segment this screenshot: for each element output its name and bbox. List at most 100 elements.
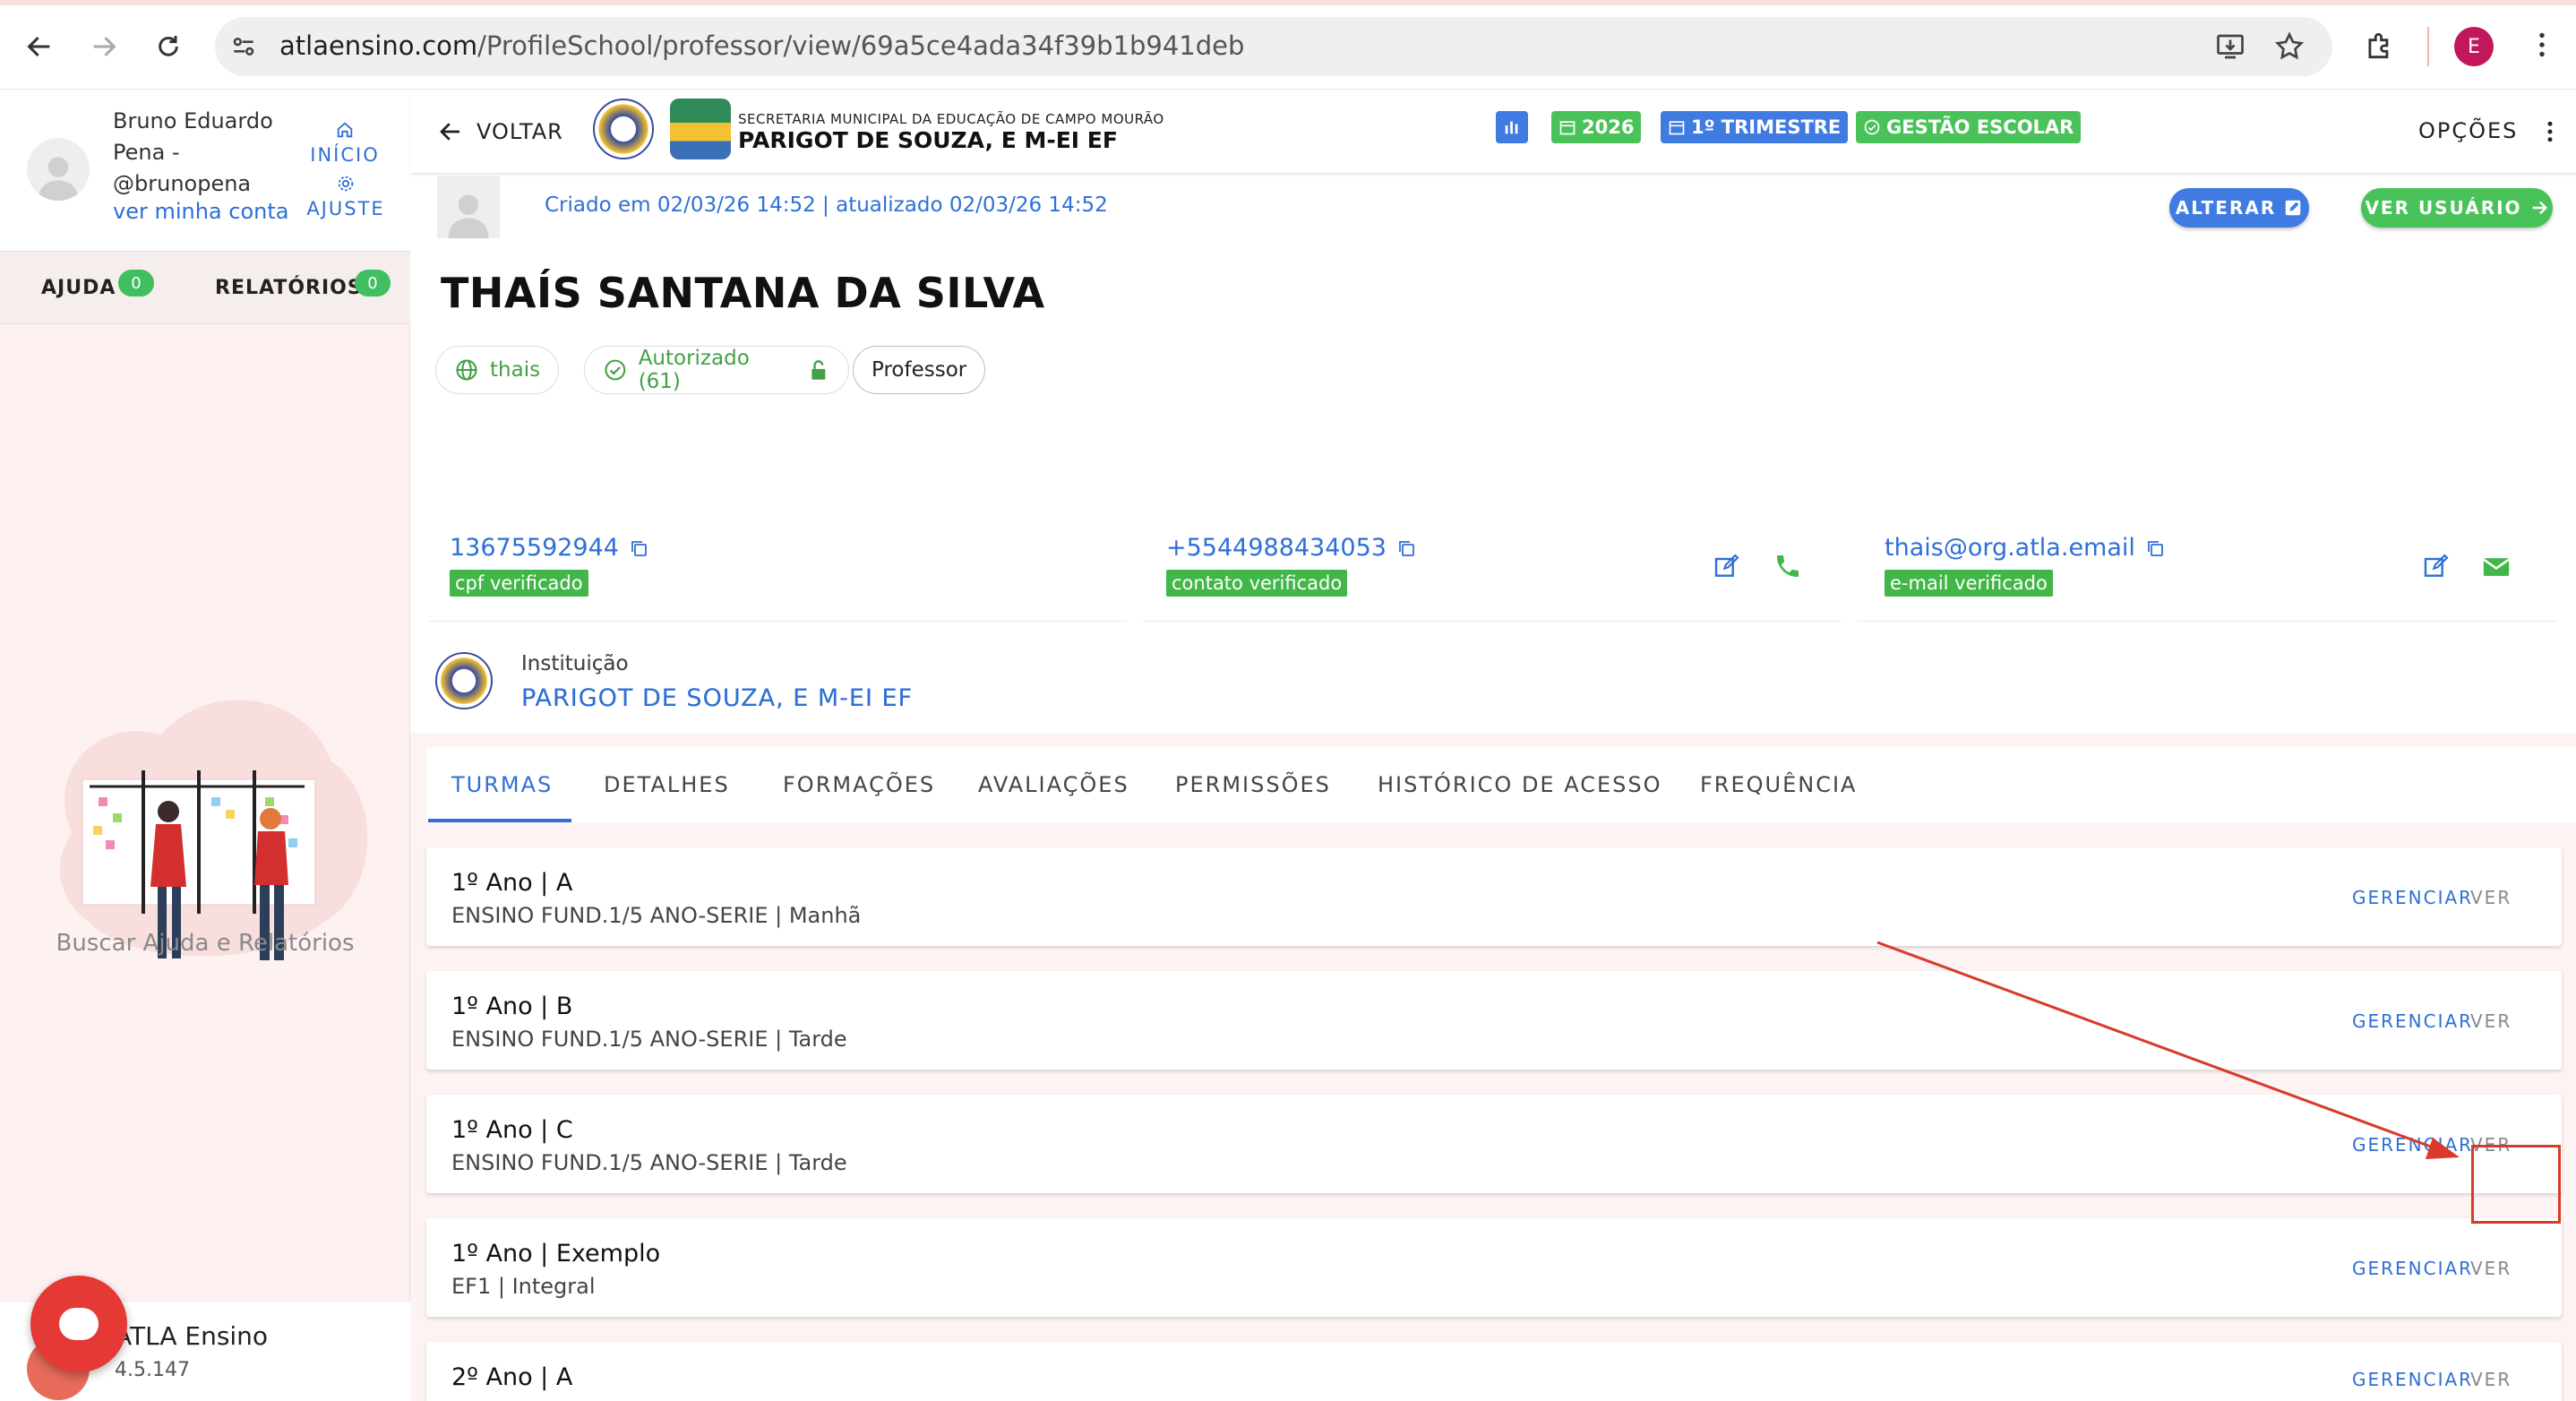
main-content: VOLTAR SECRETARIA MUNICIPAL DA EDUCAÇÃO …	[410, 90, 2576, 1401]
edit-phone-icon[interactable]	[1713, 552, 1741, 580]
more-vertical-icon[interactable]	[2537, 118, 2563, 149]
options-button[interactable]: OPÇÕES	[2418, 118, 2518, 143]
check-circle-icon	[605, 359, 626, 381]
browser-toolbar: atlaensino.com/ProfileSchool/professor/v…	[0, 0, 2576, 90]
chat-button[interactable]	[30, 1276, 127, 1372]
class-subtitle: ENSINO FUND.1/5 ANO-SERIE | Manhã	[451, 903, 862, 928]
bar-chart-icon	[1505, 121, 1518, 134]
institution-label: Instituição	[521, 652, 629, 675]
authorized-tag: Autorizado (61)	[584, 346, 849, 394]
reload-icon[interactable]	[143, 21, 193, 72]
phone-value-row: +5544988434053	[1166, 534, 1417, 562]
profile-initial: E	[2468, 35, 2480, 58]
tab-detalhes[interactable]: DETALHES	[604, 772, 730, 797]
help-search-text: Buscar Ajuda e Relatórios	[56, 930, 355, 957]
back-arrow-icon[interactable]	[14, 21, 64, 72]
url-domain: atlaensino.com	[279, 30, 478, 61]
annotation-highlight-box	[2471, 1145, 2561, 1224]
home-icon	[337, 122, 353, 138]
tab-relatorios[interactable]: RELATÓRIOS	[215, 277, 363, 299]
back-label: VOLTAR	[477, 119, 563, 144]
view-button[interactable]: VER	[2470, 887, 2512, 908]
edit-icon	[2286, 200, 2301, 216]
back-button[interactable]: VOLTAR	[437, 116, 563, 147]
user-avatar[interactable]	[27, 138, 90, 201]
cpf-value-row: 13675592944	[450, 534, 649, 562]
class-row[interactable]: 1º Ano | Exemplo EF1 | Integral GERENCIA…	[426, 1218, 2562, 1317]
class-row[interactable]: 1º Ano | A ENSINO FUND.1/5 ANO-SERIE | M…	[426, 847, 2562, 946]
install-app-icon[interactable]	[2214, 30, 2246, 66]
class-title: 1º Ano | Exemplo	[451, 1240, 661, 1268]
check-circle-icon	[1864, 119, 1880, 135]
ver-usuario-button[interactable]: VER USUÁRIO	[2361, 188, 2553, 228]
class-row[interactable]: 1º Ano | C ENSINO FUND.1/5 ANO-SERIE | T…	[426, 1095, 2562, 1193]
sidebar: Bruno Eduardo Pena - @brunopena ver minh…	[0, 90, 410, 1401]
tab-historico-de-acesso[interactable]: HISTÓRICO DE ACESSO	[1378, 772, 1662, 797]
institution-name[interactable]: PARIGOT DE SOUZA, E M-EI EF	[521, 684, 913, 712]
term-chip[interactable]: 1º TRIMESTRE	[1661, 111, 1849, 143]
reports-chip[interactable]	[1496, 111, 1528, 143]
manage-button[interactable]: GERENCIAR	[2352, 1010, 2473, 1032]
edit-email-icon[interactable]	[2422, 552, 2451, 580]
year-chip[interactable]: 2026	[1551, 111, 1642, 143]
view-button[interactable]: VER	[2470, 1258, 2512, 1279]
profile-avatar[interactable]: E	[2454, 27, 2494, 66]
tab-permissoes[interactable]: PERMISSÕES	[1175, 772, 1331, 797]
class-row[interactable]: 1º Ano | B ENSINO FUND.1/5 ANO-SERIE | T…	[426, 971, 2562, 1070]
manage-button[interactable]: GERENCIAR	[2352, 1369, 2473, 1390]
email-card: thais@org.atla.email e-mail verificado	[1858, 432, 2556, 622]
gear-icon	[338, 176, 354, 192]
tab-formacoes[interactable]: FORMAÇÕES	[783, 772, 935, 797]
gestao-chip[interactable]: GESTÃO ESCOLAR	[1856, 111, 2082, 143]
lock-open-icon[interactable]	[807, 358, 830, 382]
phone-icon[interactable]	[1773, 552, 1802, 580]
extensions-icon[interactable]	[2363, 29, 2397, 66]
app-version: 4.5.147	[115, 1359, 190, 1381]
tab-strip	[0, 0, 2576, 5]
home-label: INÍCIO	[310, 144, 380, 166]
calendar-icon	[1559, 121, 1576, 135]
tab-ajuda[interactable]: AJUDA	[41, 277, 116, 299]
phone-value: +5544988434053	[1166, 534, 1387, 562]
tab-avaliacoes[interactable]: AVALIAÇÕES	[978, 772, 1129, 797]
user-box: Bruno Eduardo Pena - @brunopena ver minh…	[0, 90, 410, 251]
authorized-label: Autorizado (61)	[638, 347, 750, 393]
class-subtitle: ENSINO FUND.1/5 ANO-SERIE | Tarde	[451, 1150, 847, 1175]
copy-icon[interactable]	[2144, 537, 2166, 559]
email-value-row: thais@org.atla.email	[1885, 534, 2166, 562]
app-header: VOLTAR SECRETARIA MUNICIPAL DA EDUCAÇÃO …	[410, 90, 2576, 174]
manage-button[interactable]: GERENCIAR	[2352, 1134, 2473, 1156]
copy-icon[interactable]	[1395, 537, 1417, 559]
forward-arrow-icon[interactable]	[79, 21, 129, 72]
copy-icon[interactable]	[628, 537, 649, 559]
class-title: 1º Ano | B	[451, 993, 573, 1020]
profile-tabs: TURMAS DETALHES FORMAÇÕES AVALIAÇÕES PER…	[426, 747, 2576, 822]
settings-label: AJUSTE	[306, 198, 385, 219]
account-link[interactable]: ver minha conta	[113, 199, 288, 224]
home-link[interactable]: INÍCIO	[305, 120, 385, 166]
municipal-crest-logo	[593, 99, 654, 159]
globe-icon	[456, 359, 477, 381]
browser-menu-icon[interactable]	[2526, 29, 2558, 64]
alterar-button[interactable]: ALTERAR	[2169, 188, 2309, 228]
manage-button[interactable]: GERENCIAR	[2352, 1258, 2473, 1279]
bookmark-star-icon[interactable]	[2273, 30, 2306, 66]
tab-frequencia[interactable]: FREQUÊNCIA	[1700, 772, 1857, 797]
active-tab-indicator	[428, 819, 571, 822]
arrow-right-icon	[2532, 201, 2547, 215]
school-name: PARIGOT DE SOUZA, E M-EI EF	[738, 127, 1118, 153]
site-settings-icon[interactable]	[229, 32, 258, 64]
options-label: OPÇÕES	[2418, 118, 2519, 143]
user-full-name: Bruno Eduardo Pena -	[113, 108, 273, 165]
user-handle: @brunopena	[113, 171, 252, 196]
phone-card: +5544988434053 contato verificado	[1143, 432, 1842, 622]
role-label: Professor	[872, 358, 967, 382]
settings-link[interactable]: AJUSTE	[301, 174, 391, 219]
tab-turmas[interactable]: TURMAS	[451, 772, 553, 797]
manage-button[interactable]: GERENCIAR	[2352, 887, 2473, 908]
view-button[interactable]: VER	[2470, 1010, 2512, 1032]
section-gap	[410, 733, 2576, 747]
class-row[interactable]: 2º Ano | A GERENCIAR VER	[426, 1342, 2562, 1401]
email-icon[interactable]	[2481, 552, 2512, 582]
view-button[interactable]: VER	[2470, 1369, 2512, 1390]
